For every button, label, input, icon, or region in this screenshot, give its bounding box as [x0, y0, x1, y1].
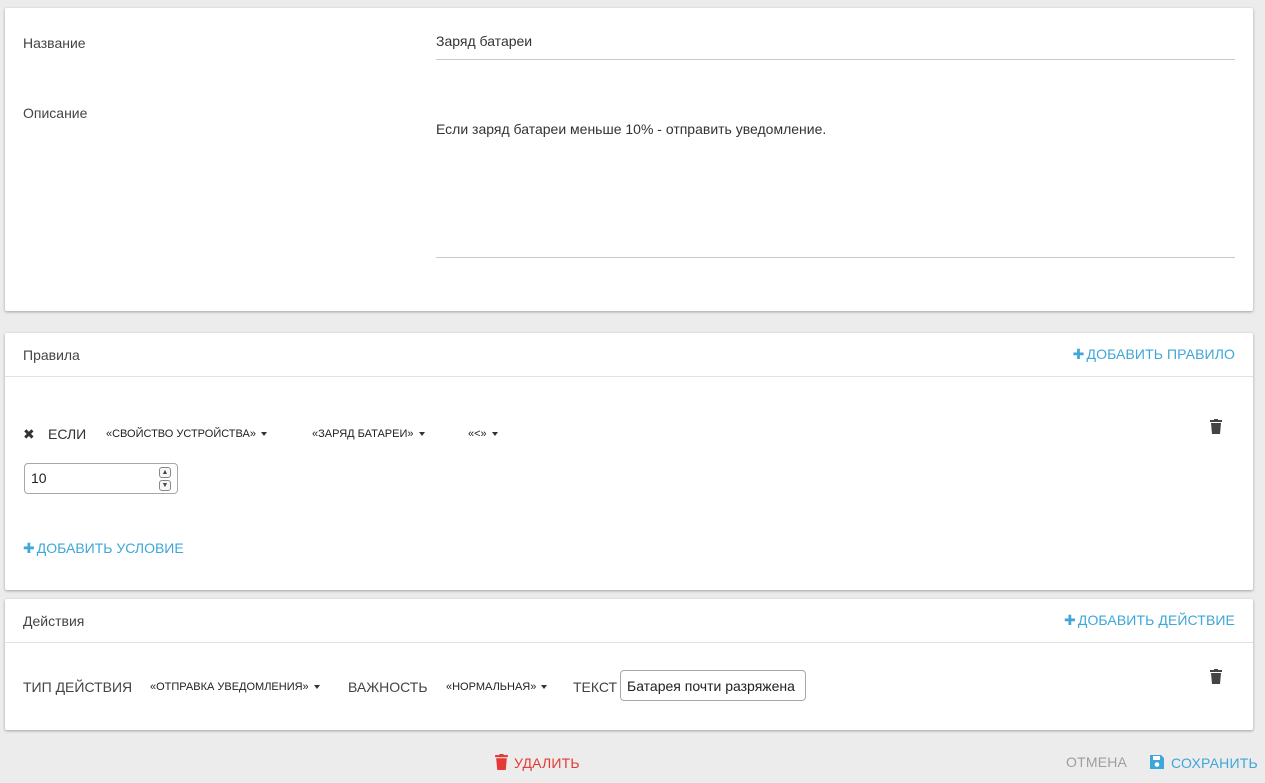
number-spinner: ▲ ▼: [159, 467, 171, 491]
action-type-dropdown[interactable]: «ОТПРАВКА УВЕДОМЛЕНИЯ»: [150, 681, 320, 693]
spin-down-icon[interactable]: ▼: [159, 480, 171, 491]
name-label: Название: [23, 35, 86, 51]
operator-dropdown[interactable]: «<»: [468, 428, 498, 440]
spin-up-icon[interactable]: ▲: [159, 467, 171, 478]
actions-header: Действия ✚ ДОБАВИТЬ ДЕЙСТВИЕ: [5, 599, 1253, 643]
caret-down-icon: [491, 432, 498, 437]
add-rule-label: ДОБАВИТЬ ПРАВИЛО: [1086, 346, 1235, 362]
action-type-value: «ОТПРАВКА УВЕДОМЛЕНИЯ»: [150, 681, 309, 693]
cancel-label: ОТМЕНА: [1066, 754, 1128, 770]
delete-action-icon[interactable]: [1210, 669, 1222, 684]
remove-condition-icon[interactable]: ✖: [23, 426, 35, 443]
actions-card: Действия ✚ ДОБАВИТЬ ДЕЙСТВИЕ ТИП ДЕЙСТВИЯ…: [5, 599, 1253, 730]
trash-icon: [495, 754, 508, 773]
operator-value: «<»: [468, 428, 487, 440]
delete-button[interactable]: УДАЛИТЬ: [495, 754, 580, 773]
add-condition-button[interactable]: ✚ ДОБАВИТЬ УСЛОВИЕ: [23, 540, 184, 557]
add-action-label: ДОБАВИТЬ ДЕЙСТВИЕ: [1077, 612, 1235, 628]
caret-down-icon: [541, 685, 548, 690]
rules-header: Правила ✚ ДОБАВИТЬ ПРАВИЛО: [5, 333, 1253, 377]
property-type-dropdown[interactable]: «СВОЙСТВО УСТРОЙСТВА»: [106, 428, 267, 440]
notification-text-input[interactable]: Батарея почти разряжена: [620, 670, 806, 701]
action-type-label: ТИП ДЕЙСТВИЯ: [23, 679, 133, 695]
actions-title: Действия: [23, 613, 85, 629]
plus-icon: ✚: [1072, 346, 1085, 362]
add-condition-label: ДОБАВИТЬ УСЛОВИЕ: [36, 540, 184, 556]
info-card: Название Заряд батареи Описание Если зар…: [5, 8, 1253, 311]
caret-down-icon: [260, 432, 267, 437]
save-label: СОХРАНИТЬ: [1171, 755, 1258, 771]
description-label: Описание: [23, 105, 88, 121]
plus-icon: ✚: [23, 540, 35, 556]
text-label: ТЕКСТ: [573, 679, 618, 695]
add-action-button[interactable]: ✚ ДОБАВИТЬ ДЕЙСТВИЕ: [1064, 612, 1235, 629]
floppy-disk-icon: [1149, 754, 1165, 773]
delete-label: УДАЛИТЬ: [514, 755, 580, 771]
severity-value: «НОРМАЛЬНАЯ»: [446, 681, 537, 693]
condition-value: 10: [31, 470, 47, 486]
property-type-value: «СВОЙСТВО УСТРОЙСТВА»: [106, 428, 256, 440]
description-textarea[interactable]: Если заряд батареи меньше 10% - отправит…: [436, 121, 1235, 258]
name-input[interactable]: Заряд батареи: [436, 33, 1235, 60]
description-textarea-value: Если заряд батареи меньше 10% - отправит…: [436, 121, 827, 137]
if-label: ЕСЛИ: [48, 426, 87, 442]
delete-rule-icon[interactable]: [1210, 419, 1222, 434]
severity-dropdown[interactable]: «НОРМАЛЬНАЯ»: [446, 681, 548, 693]
property-value: «ЗАРЯД БАТАРЕИ»: [312, 428, 414, 440]
caret-down-icon: [313, 685, 320, 690]
plus-icon: ✚: [1064, 612, 1076, 628]
rules-card: Правила ✚ ДОБАВИТЬ ПРАВИЛО ✖ ЕСЛИ «СВОЙСТ…: [5, 333, 1253, 590]
caret-down-icon: [418, 432, 425, 437]
notification-text-value: Батарея почти разряжена: [627, 678, 795, 694]
severity-label: ВАЖНОСТЬ: [348, 679, 428, 695]
name-input-value: Заряд батареи: [436, 33, 533, 49]
rules-title: Правила: [23, 347, 80, 363]
condition-value-input[interactable]: 10 ▲ ▼: [24, 463, 178, 494]
add-rule-button[interactable]: ✚ ДОБАВИТЬ ПРАВИЛО: [1073, 346, 1235, 363]
property-dropdown[interactable]: «ЗАРЯД БАТАРЕИ»: [312, 428, 425, 440]
save-button[interactable]: СОХРАНИТЬ: [1149, 754, 1258, 773]
cancel-button[interactable]: ОТМЕНА: [1066, 754, 1127, 770]
